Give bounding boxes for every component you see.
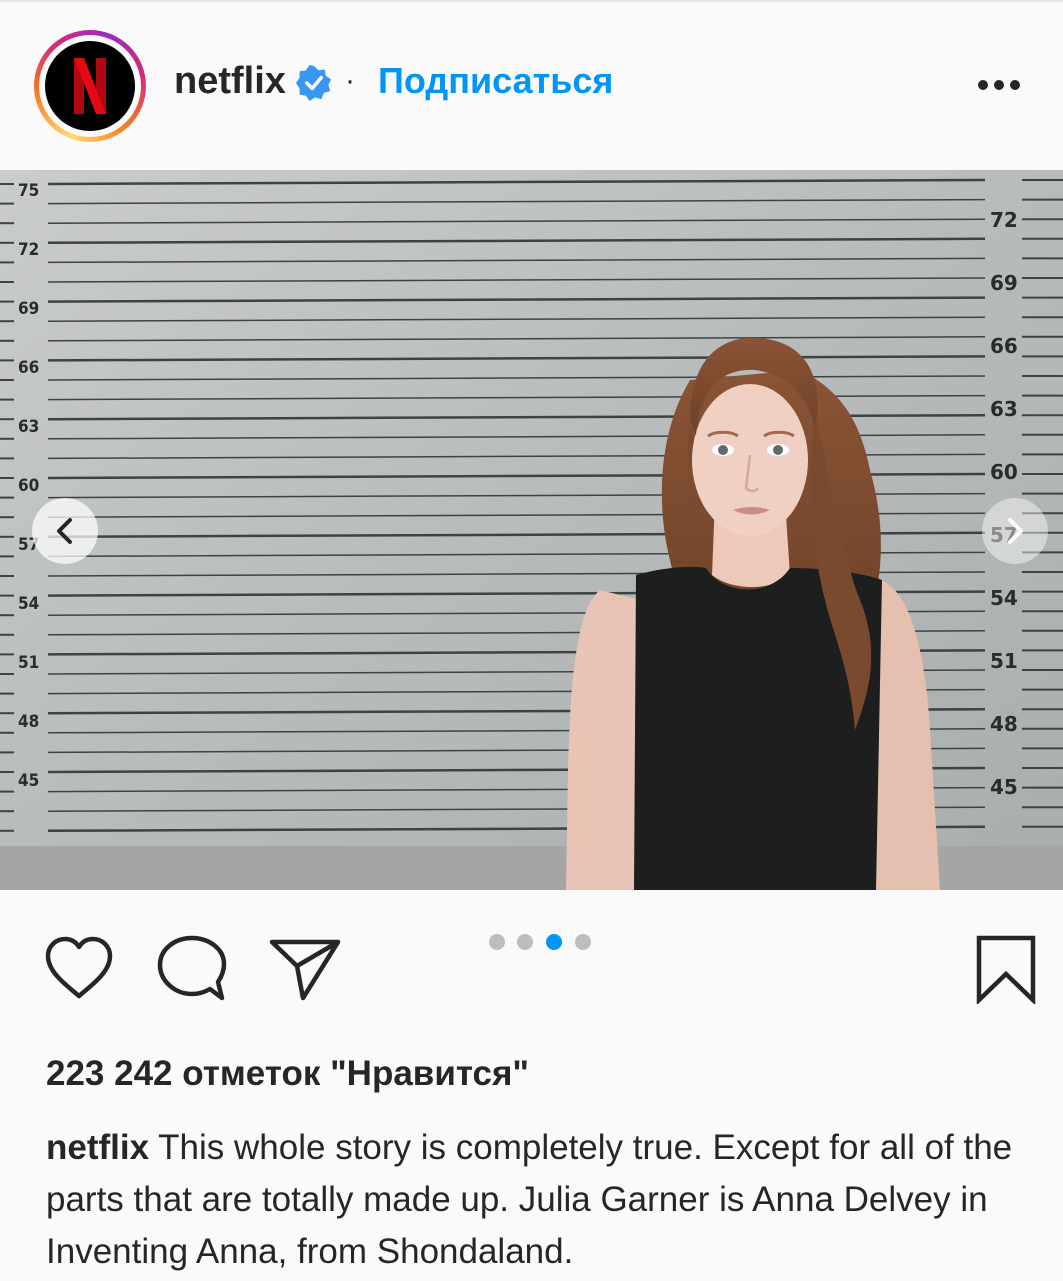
height-mark-left: 75 (18, 181, 39, 201)
follow-button[interactable]: Подписаться (378, 58, 613, 104)
verified-badge-icon (296, 65, 332, 101)
share-icon[interactable] (268, 936, 342, 1002)
height-mark-right: 45 (990, 775, 1018, 799)
carousel-dot (489, 934, 505, 950)
height-mark-left: 69 (18, 299, 39, 319)
caption-text: This whole story is completely true. Exc… (46, 1128, 1013, 1271)
netflix-logo-icon (74, 58, 106, 114)
post-photo[interactable]: 75 72 69 66 63 60 57 54 51 48 45 72 69 66 63 60 57 54 51 4… (0, 170, 1063, 890)
carousel-next-button[interactable] (982, 498, 1048, 564)
post-header: netflix · Подписаться (0, 2, 1063, 170)
more-options-icon[interactable] (978, 74, 1024, 98)
height-mark-right: 60 (990, 460, 1018, 484)
caption-username[interactable]: netflix (46, 1128, 149, 1167)
likes-count[interactable]: 223 242 отметок "Нравится" (46, 1052, 529, 1096)
chevron-right-icon (1008, 518, 1023, 544)
height-mark-right: 63 (990, 397, 1018, 421)
avatar[interactable] (45, 41, 135, 131)
height-mark-left: 63 (18, 417, 39, 437)
height-mark-left: 60 (18, 476, 39, 496)
carousel-dot (517, 934, 533, 950)
height-mark-right: 72 (990, 208, 1018, 232)
height-mark-left: 51 (18, 653, 39, 673)
carousel-dot (575, 934, 591, 950)
story-ring[interactable] (34, 30, 146, 142)
mugshot-image: 7572696663605754514845 72696663605754514… (0, 170, 1063, 890)
carousel-dot-active (546, 934, 562, 950)
separator-dot: · (345, 64, 355, 97)
heart-icon[interactable] (44, 936, 114, 1000)
height-mark-right: 54 (990, 586, 1018, 610)
chevron-left-icon (57, 518, 72, 544)
height-mark-right: 48 (990, 712, 1018, 736)
post-actions (0, 890, 1063, 1040)
height-mark-left: 72 (18, 240, 39, 260)
height-mark-left: 48 (18, 712, 39, 732)
comment-icon[interactable] (156, 934, 228, 1004)
height-mark-left: 54 (18, 594, 39, 614)
username[interactable]: netflix (174, 58, 286, 104)
post-caption: netflix This whole story is completely t… (46, 1122, 1036, 1278)
height-mark-right: 69 (990, 271, 1018, 295)
height-mark-left: 66 (18, 358, 39, 378)
height-mark-right: 51 (990, 649, 1018, 673)
height-mark-right: 66 (990, 334, 1018, 358)
height-mark-left: 45 (18, 771, 39, 791)
bookmark-icon[interactable] (974, 934, 1038, 1004)
carousel-prev-button[interactable] (32, 498, 98, 564)
